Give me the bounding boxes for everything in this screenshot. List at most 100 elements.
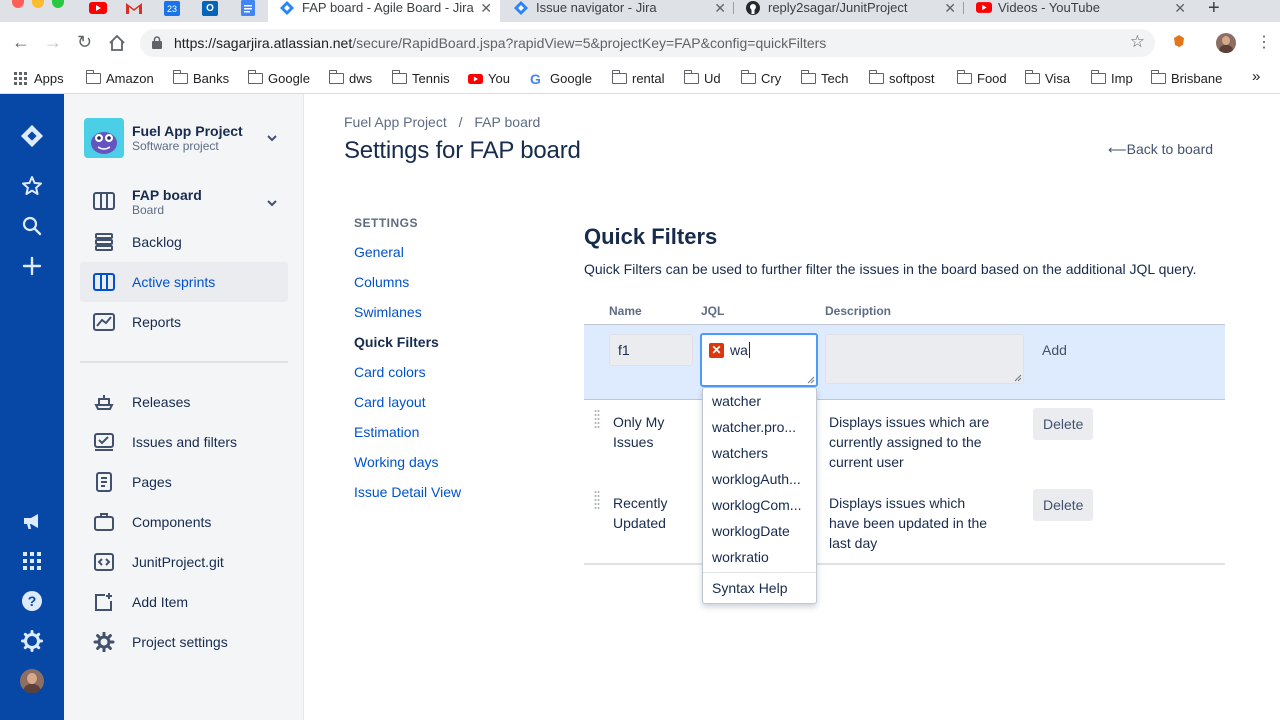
bookmark-folder[interactable]: Tennis xyxy=(391,70,450,86)
search-icon[interactable] xyxy=(20,214,44,238)
bookmark-folder[interactable]: Ud xyxy=(683,70,721,86)
forward-arrow-icon[interactable]: → xyxy=(44,32,62,52)
feedback-megaphone-icon[interactable] xyxy=(20,509,44,533)
address-bar[interactable]: https://sagarjira.atlassian.net/secure/R… xyxy=(140,29,1155,57)
tab-github[interactable]: reply2sagar/JunitProject ✕ xyxy=(734,0,964,22)
jql-input[interactable]: ✕ wa xyxy=(700,333,818,387)
delete-filter-button[interactable]: Delete xyxy=(1033,489,1094,521)
filter-name-input[interactable] xyxy=(609,334,693,366)
autocomplete-option[interactable]: worklogCom... xyxy=(712,497,808,513)
pinned-tab-youtube[interactable] xyxy=(86,0,110,18)
settings-item-columns[interactable]: Columns xyxy=(354,274,409,290)
autocomplete-option[interactable]: watchers xyxy=(712,445,808,461)
add-filter-button[interactable]: Add xyxy=(1032,334,1077,366)
user-avatar[interactable] xyxy=(20,669,44,693)
new-tab-button[interactable]: + xyxy=(1208,0,1220,20)
window-maximize-button[interactable] xyxy=(52,0,64,8)
settings-item-estimation[interactable]: Estimation xyxy=(354,424,419,440)
drag-handle-icon[interactable] xyxy=(594,490,600,512)
filter-name[interactable]: Only My Issues xyxy=(613,412,664,452)
bookmark-google[interactable]: G Google xyxy=(530,71,592,86)
back-arrow-icon[interactable]: ← xyxy=(12,32,30,52)
bookmark-folder[interactable]: Cry xyxy=(740,70,781,86)
bookmark-folder[interactable]: Visa xyxy=(1024,70,1070,86)
sidebar-item-releases[interactable]: Releases xyxy=(80,382,288,422)
bookmark-folder[interactable]: softpost xyxy=(868,70,935,86)
sidebar-item-issues-and-filters[interactable]: Issues and filters xyxy=(80,422,288,462)
bookmark-apps[interactable]: Apps xyxy=(14,71,64,86)
browser-menu-icon[interactable]: ⋮ xyxy=(1256,32,1272,52)
delete-filter-button[interactable]: Delete xyxy=(1033,408,1094,440)
project-avatar[interactable] xyxy=(84,118,124,158)
bookmark-folder[interactable]: Brisbane xyxy=(1150,70,1222,86)
settings-item-swimlanes[interactable]: Swimlanes xyxy=(354,304,422,320)
chevron-down-icon[interactable] xyxy=(266,134,278,142)
bookmark-folder[interactable]: Amazon xyxy=(85,70,154,86)
sidebar-item-pages[interactable]: Pages xyxy=(80,462,288,502)
settings-item-general[interactable]: General xyxy=(354,244,404,260)
bookmark-folder[interactable]: Imp xyxy=(1090,70,1133,86)
pinned-tab-calendar[interactable]: 23 xyxy=(160,0,184,18)
autocomplete-option[interactable]: watcher xyxy=(712,393,808,409)
breadcrumb-board-link[interactable]: FAP board xyxy=(474,114,540,130)
sidebar-item-add-item[interactable]: Add Item xyxy=(80,582,288,622)
profile-avatar[interactable] xyxy=(1216,33,1236,53)
bookmark-folder[interactable]: Tech xyxy=(800,70,848,86)
sidebar-item-project-settings[interactable]: Project settings xyxy=(80,622,288,662)
bookmark-folder[interactable]: rental xyxy=(611,70,665,86)
reload-icon[interactable]: ↻ xyxy=(77,32,92,52)
tab-close-icon[interactable]: ✕ xyxy=(944,0,956,16)
sidebar-item-junitproject-git[interactable]: JunitProject.git xyxy=(80,542,288,582)
bookmark-folder[interactable]: Banks xyxy=(172,70,229,86)
sidebar-item-components[interactable]: Components xyxy=(80,502,288,542)
sidebar-item-active-sprints[interactable]: Active sprints xyxy=(80,262,288,302)
bookmark-folder[interactable]: dws xyxy=(328,70,372,86)
create-plus-icon[interactable] xyxy=(20,254,44,278)
bookmark-folder[interactable]: Google xyxy=(247,70,310,86)
autocomplete-option[interactable]: workratio xyxy=(712,549,808,565)
help-icon[interactable]: ? xyxy=(20,589,44,613)
tab-close-icon[interactable]: ✕ xyxy=(480,0,492,16)
bookmark-youtube[interactable]: You xyxy=(468,71,510,86)
pinned-tab-docs[interactable] xyxy=(236,0,260,18)
extension-icon[interactable] xyxy=(1172,34,1186,48)
home-icon[interactable] xyxy=(108,34,126,52)
project-name[interactable]: Fuel App Project xyxy=(132,123,243,139)
window-minimize-button[interactable] xyxy=(32,0,44,8)
breadcrumb-project-link[interactable]: Fuel App Project xyxy=(344,114,447,130)
settings-item-working-days[interactable]: Working days xyxy=(354,454,439,470)
settings-gear-icon[interactable] xyxy=(20,629,44,653)
resize-grip-icon[interactable] xyxy=(1014,374,1022,382)
bookmark-star-icon[interactable]: ☆ xyxy=(1130,32,1145,52)
tab-fap-board[interactable]: FAP board - Agile Board - Jira ✕ xyxy=(268,0,500,22)
settings-item-card-layout[interactable]: Card layout xyxy=(354,394,426,410)
tab-youtube[interactable]: Videos - YouTube ✕ xyxy=(964,0,1194,22)
autocomplete-option[interactable]: worklogDate xyxy=(712,523,808,539)
syntax-help-link[interactable]: Syntax Help xyxy=(712,580,808,596)
tab-issue-navigator[interactable]: Issue navigator - Jira ✕ xyxy=(502,0,734,22)
settings-item-card-colors[interactable]: Card colors xyxy=(354,364,426,380)
settings-item-quick-filters[interactable]: Quick Filters xyxy=(354,334,439,350)
drag-handle-icon[interactable] xyxy=(594,409,600,431)
filter-name[interactable]: Recently Updated xyxy=(613,493,667,533)
bookmarks-overflow-button[interactable]: » xyxy=(1232,68,1260,85)
app-switcher-icon[interactable] xyxy=(20,549,44,573)
filter-description-input[interactable] xyxy=(825,334,1024,384)
autocomplete-option[interactable]: watcher.pro... xyxy=(712,419,808,435)
pinned-tab-gmail[interactable] xyxy=(122,0,146,18)
tab-close-icon[interactable]: ✕ xyxy=(1174,0,1186,16)
tab-close-icon[interactable]: ✕ xyxy=(714,0,726,16)
board-name[interactable]: FAP board xyxy=(132,187,202,203)
sidebar-item-backlog[interactable]: Backlog xyxy=(80,222,288,262)
filter-description[interactable]: Displays issues which have been updated … xyxy=(829,493,987,553)
settings-item-issue-detail-view[interactable]: Issue Detail View xyxy=(354,484,461,500)
starred-icon[interactable] xyxy=(20,174,44,198)
jira-logo-icon[interactable] xyxy=(20,124,44,148)
bookmark-folder[interactable]: Food xyxy=(956,70,1007,86)
lock-icon[interactable] xyxy=(152,36,162,49)
filter-description[interactable]: Displays issues which are currently assi… xyxy=(829,412,989,472)
resize-grip-icon[interactable] xyxy=(807,376,815,384)
pinned-tab-outlook[interactable]: O xyxy=(198,0,222,18)
autocomplete-option[interactable]: worklogAuth... xyxy=(712,471,808,487)
window-close-button[interactable] xyxy=(12,0,24,8)
